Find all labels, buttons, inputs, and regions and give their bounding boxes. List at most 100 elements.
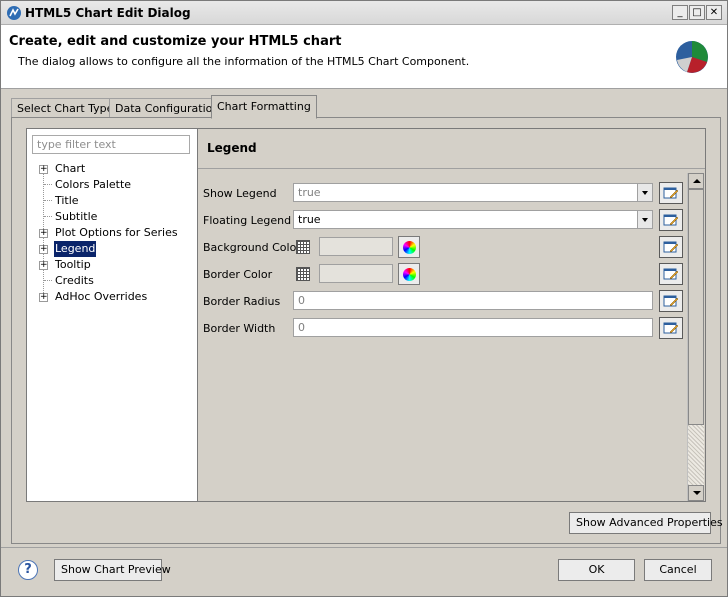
property-label: Background Color xyxy=(203,241,301,254)
tree-item-label: Plot Options for Series xyxy=(55,226,178,239)
tree-connector xyxy=(44,280,52,281)
edit-expression-icon xyxy=(663,295,679,307)
close-icon: ✕ xyxy=(709,6,719,18)
dialog-header: Create, edit and customize your HTML5 ch… xyxy=(1,25,727,89)
section-title: Legend xyxy=(207,141,257,155)
border-color-field xyxy=(319,264,393,283)
property-label: Floating Legend xyxy=(203,214,292,227)
tree-item-adhoc-overrides[interactable]: + AdHoc Overrides xyxy=(27,289,197,305)
cancel-button[interactable]: Cancel xyxy=(644,559,712,581)
tree-item-label: Credits xyxy=(55,274,94,287)
color-grid-icon xyxy=(296,267,310,281)
color-wheel-icon xyxy=(402,267,416,281)
expand-icon[interactable]: + xyxy=(39,165,48,174)
tab-select-chart-type[interactable]: Select Chart Type xyxy=(11,98,120,118)
edit-expression-button[interactable] xyxy=(659,290,683,312)
tree-item-label: Tooltip xyxy=(55,258,91,271)
tree-item-chart[interactable]: + Chart xyxy=(27,161,197,177)
edit-expression-icon xyxy=(663,241,679,253)
property-background-color: Background Color xyxy=(198,236,688,258)
expand-icon[interactable]: + xyxy=(39,293,48,302)
property-label: Border Radius xyxy=(203,295,281,308)
formatting-tree: + Chart Colors Palette Title Subtitle + xyxy=(27,161,197,305)
edit-expression-button[interactable] xyxy=(659,263,683,285)
combo-value: true xyxy=(298,213,321,226)
edit-expression-button[interactable] xyxy=(659,236,683,258)
properties-scrollbar[interactable] xyxy=(687,173,704,501)
edit-expression-icon xyxy=(663,187,679,199)
floating-legend-combo[interactable]: true xyxy=(293,210,653,229)
pie-chart-icon xyxy=(676,41,708,73)
title-bar[interactable]: HTML5 Chart Edit Dialog _ □ ✕ xyxy=(1,1,727,25)
tree-connector xyxy=(44,216,52,217)
minimize-button[interactable]: _ xyxy=(672,5,688,20)
filter-input[interactable] xyxy=(32,135,190,154)
edit-expression-button[interactable] xyxy=(659,182,683,204)
tree-item-label: Chart xyxy=(55,162,86,175)
combo-value: true xyxy=(298,186,321,199)
section-header: Legend xyxy=(198,129,705,169)
expand-icon[interactable]: + xyxy=(39,229,48,238)
dropdown-arrow-icon[interactable] xyxy=(637,211,652,228)
color-wheel-icon xyxy=(402,240,416,254)
scroll-track[interactable] xyxy=(688,425,704,485)
show-advanced-properties-button[interactable]: Show Advanced Properties xyxy=(569,512,723,534)
property-border-radius: Border Radius 0 xyxy=(198,290,688,312)
tree-item-subtitle[interactable]: Subtitle xyxy=(27,209,197,225)
tree-item-label: Legend xyxy=(54,241,97,257)
chart-edit-icon xyxy=(7,6,21,20)
color-picker-button[interactable] xyxy=(398,236,420,258)
dialog-window: HTML5 Chart Edit Dialog _ □ ✕ Create, ed… xyxy=(0,0,728,597)
edit-expression-button[interactable] xyxy=(659,317,683,339)
border-width-input[interactable]: 0 xyxy=(293,318,653,337)
tree-item-colors-palette[interactable]: Colors Palette xyxy=(27,177,197,193)
property-border-color: Border Color xyxy=(198,263,688,285)
tree-item-label: AdHoc Overrides xyxy=(55,290,148,303)
tree-item-tooltip[interactable]: + Tooltip xyxy=(27,257,197,273)
maximize-button[interactable]: □ xyxy=(689,5,705,20)
edit-expression-button[interactable] xyxy=(659,209,683,231)
tree-connector xyxy=(44,200,52,201)
formatting-tree-panel: + Chart Colors Palette Title Subtitle + xyxy=(26,128,198,502)
scroll-thumb[interactable] xyxy=(688,189,704,425)
background-color-field xyxy=(319,237,393,256)
tree-item-plot-options[interactable]: + Plot Options for Series xyxy=(27,225,197,241)
tree-item-label: Subtitle xyxy=(55,210,98,223)
expand-icon[interactable]: + xyxy=(39,261,48,270)
tab-data-configuration[interactable]: Data Configuration xyxy=(109,98,226,118)
edit-expression-icon xyxy=(663,268,679,280)
minimize-icon: _ xyxy=(677,6,683,18)
chart-formatting-pane: + Chart Colors Palette Title Subtitle + xyxy=(11,117,723,544)
dropdown-arrow-icon xyxy=(637,184,652,201)
properties-panel: Legend Show Legend true Floating Legend … xyxy=(198,128,706,502)
property-label: Border Color xyxy=(203,268,273,281)
tree-connector xyxy=(44,184,52,185)
edit-expression-icon xyxy=(663,322,679,334)
help-icon[interactable]: ? xyxy=(18,560,38,580)
edit-expression-icon xyxy=(663,214,679,226)
maximize-icon: □ xyxy=(692,6,702,18)
scroll-down-button[interactable] xyxy=(688,485,704,501)
tree-item-credits[interactable]: Credits xyxy=(27,273,197,289)
color-picker-button[interactable] xyxy=(398,263,420,285)
tree-item-label: Title xyxy=(55,194,79,207)
property-floating-legend: Floating Legend true xyxy=(198,209,688,231)
property-border-width: Border Width 0 xyxy=(198,317,688,339)
border-radius-input[interactable]: 0 xyxy=(293,291,653,310)
show-legend-combo: true xyxy=(293,183,653,202)
property-show-legend: Show Legend true xyxy=(198,182,688,204)
window-title: HTML5 Chart Edit Dialog xyxy=(25,6,191,20)
property-label: Show Legend xyxy=(203,187,277,200)
close-button[interactable]: ✕ xyxy=(706,5,722,20)
tab-chart-formatting[interactable]: Chart Formatting xyxy=(211,95,317,119)
tree-item-legend[interactable]: + Legend xyxy=(27,241,197,257)
ok-button[interactable]: OK xyxy=(558,559,635,581)
tree-item-label: Colors Palette xyxy=(55,178,132,191)
color-grid-icon xyxy=(296,240,310,254)
footer-separator xyxy=(1,547,727,548)
expand-icon[interactable]: + xyxy=(39,245,48,254)
tree-item-title[interactable]: Title xyxy=(27,193,197,209)
header-title: Create, edit and customize your HTML5 ch… xyxy=(9,34,342,49)
show-chart-preview-button[interactable]: Show Chart Preview xyxy=(54,559,171,581)
scroll-up-button[interactable] xyxy=(688,173,704,189)
